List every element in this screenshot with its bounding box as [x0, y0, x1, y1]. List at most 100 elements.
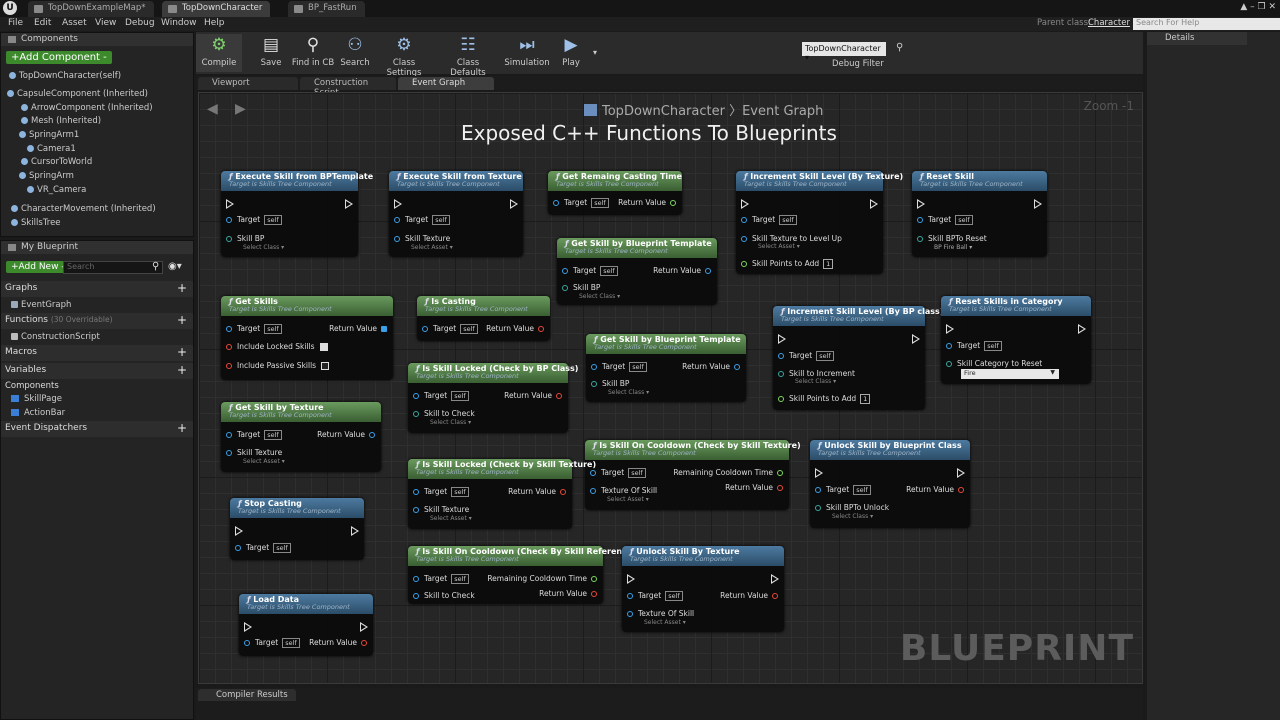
- select-asset-dropdown[interactable]: Select Asset ▾: [644, 619, 686, 626]
- blueprint-search-input[interactable]: Search: [63, 261, 163, 274]
- play-options-icon[interactable]: ▾: [593, 48, 597, 57]
- exec-out-pin[interactable]: [870, 199, 878, 209]
- return-value-pin[interactable]: Return Value: [486, 324, 544, 333]
- exec-in-pin[interactable]: [917, 199, 925, 209]
- add-graph-icon[interactable]: +: [177, 281, 187, 295]
- document-tab-map[interactable]: TopDownExampleMap*: [28, 1, 154, 17]
- target-pin[interactable]: Target self: [394, 215, 450, 225]
- document-tab-topdowncharacter[interactable]: TopDownCharacter: [162, 1, 271, 17]
- component-item[interactable]: CapsuleComponent (Inherited): [7, 89, 148, 99]
- return-value-pin[interactable]: Return Value: [906, 485, 964, 494]
- exec-in-pin[interactable]: [627, 574, 635, 584]
- exec-in-pin[interactable]: [244, 622, 252, 632]
- include-passive-pin[interactable]: Include Passive Skills: [226, 361, 330, 370]
- variable-item[interactable]: SkillPage: [11, 394, 62, 404]
- back-arrow-icon[interactable]: ◀: [207, 101, 218, 117]
- exec-out-pin[interactable]: [957, 468, 965, 478]
- skill-to-check-pin[interactable]: Skill to Check: [413, 409, 475, 418]
- menu-edit[interactable]: Edit: [34, 18, 51, 28]
- component-item[interactable]: Camera1: [27, 144, 76, 154]
- compile-button[interactable]: ⚙ Compile: [196, 34, 242, 72]
- include-locked-pin[interactable]: Include Locked Skills: [226, 342, 328, 351]
- add-dispatcher-icon[interactable]: +: [177, 421, 187, 435]
- node-is-casting[interactable]: Is CastingTarget is Skills Tree Componen…: [417, 296, 550, 341]
- select-class-dropdown[interactable]: Select Class ▾: [608, 389, 649, 396]
- select-class-dropdown[interactable]: Select Class ▾: [430, 419, 471, 426]
- component-item[interactable]: VR_Camera: [27, 185, 86, 195]
- skill-texture-pin[interactable]: Skill Texture to Level Up: [741, 234, 842, 243]
- node-unlock-skill-texture[interactable]: Unlock Skill By TextureTarget is Skills …: [622, 546, 784, 632]
- exec-out-pin[interactable]: [912, 334, 920, 344]
- eye-icon[interactable]: ◉▾: [168, 261, 182, 272]
- exec-out-pin[interactable]: [510, 199, 518, 209]
- variables-section[interactable]: Variables +: [1, 363, 193, 379]
- return-value-pin[interactable]: Return Value: [329, 324, 387, 333]
- node-increment-skill-bp[interactable]: Increment Skill Level (By BP class)Targe…: [773, 306, 943, 410]
- skill-bp-to-unlock-pin[interactable]: Skill BPTo Unlock: [815, 503, 889, 512]
- class-defaults-button[interactable]: ☷ Class Defaults: [440, 34, 496, 78]
- node-increment-skill-texture[interactable]: Increment Skill Level (By Texture)Target…: [736, 171, 903, 274]
- skill-to-check-pin[interactable]: Skill to Check: [413, 591, 475, 600]
- add-function-icon[interactable]: +: [177, 313, 187, 327]
- menu-debug[interactable]: Debug: [125, 18, 155, 28]
- target-pin[interactable]: Target self: [553, 198, 609, 208]
- menu-window[interactable]: Window: [161, 18, 197, 28]
- simulation-button[interactable]: ⏭ Simulation: [504, 34, 550, 72]
- search-help-input[interactable]: Search For Help: [1133, 18, 1280, 30]
- target-pin[interactable]: Target self: [226, 430, 282, 440]
- class-settings-button[interactable]: ⚙ Class Settings: [376, 34, 432, 78]
- node-get-skill-by-bp-template[interactable]: Get Skill by Blueprint TemplateTarget is…: [557, 238, 717, 305]
- exec-out-pin[interactable]: [1078, 324, 1086, 334]
- exec-out-pin[interactable]: [360, 622, 368, 632]
- node-reset-skills-category[interactable]: Reset Skills in CategoryTarget is Skills…: [941, 296, 1091, 384]
- target-pin[interactable]: Target self: [235, 543, 291, 553]
- target-pin[interactable]: Target self: [226, 324, 282, 334]
- node-unlock-skill-bp[interactable]: Unlock Skill by Blueprint ClassTarget is…: [810, 440, 970, 528]
- target-pin[interactable]: Target self: [741, 215, 797, 225]
- menu-view[interactable]: View: [95, 18, 116, 28]
- remaining-cooldown-pin[interactable]: Remaining Cooldown Time: [487, 574, 597, 583]
- skill-points-pin[interactable]: Skill Points to Add 1: [778, 394, 871, 404]
- target-pin[interactable]: Target self: [591, 362, 647, 372]
- select-class-dropdown[interactable]: Select Class ▾: [832, 513, 873, 520]
- select-class-dropdown[interactable]: Select Class ▾: [795, 378, 836, 385]
- menu-help[interactable]: Help: [204, 18, 225, 28]
- parent-class-link[interactable]: Character: [1088, 18, 1130, 28]
- exec-out-pin[interactable]: [1034, 199, 1042, 209]
- component-item[interactable]: SpringArm: [19, 171, 74, 181]
- select-asset-dropdown[interactable]: Select Asset ▾: [607, 496, 649, 503]
- return-value-pin[interactable]: Return Value: [504, 391, 562, 400]
- target-pin[interactable]: Target self: [422, 324, 478, 334]
- skill-bp-pin[interactable]: Skill BP: [226, 234, 264, 243]
- component-item[interactable]: TopDownCharacter(self): [9, 71, 121, 81]
- return-value-pin[interactable]: Return Value: [720, 591, 778, 600]
- component-item[interactable]: CursorToWorld: [21, 157, 92, 167]
- find-in-cb-button[interactable]: ⚲ Find in CB: [290, 34, 336, 72]
- target-pin[interactable]: Target self: [244, 638, 300, 648]
- return-value-pin[interactable]: Return Value: [653, 266, 711, 275]
- select-class-dropdown[interactable]: Select Class ▾: [579, 293, 620, 300]
- skill-bp-pin[interactable]: Skill BP: [562, 283, 600, 292]
- skill-bp-pin[interactable]: Skill BP: [591, 379, 629, 388]
- node-is-skill-cooldown-reference[interactable]: Is Skill On Cooldown (Check By Skill Ref…: [408, 546, 636, 604]
- add-variable-icon[interactable]: +: [177, 363, 187, 377]
- skill-bp-pin[interactable]: Skill BPTo Reset: [917, 234, 987, 243]
- forward-arrow-icon[interactable]: ▶: [235, 101, 246, 117]
- target-pin[interactable]: Target self: [815, 485, 871, 495]
- target-pin[interactable]: Target self: [917, 215, 973, 225]
- exec-in-pin[interactable]: [778, 334, 786, 344]
- functions-section[interactable]: Functions (30 Overridable) +: [1, 313, 193, 329]
- exec-in-pin[interactable]: [946, 324, 954, 334]
- target-pin[interactable]: Target self: [226, 215, 282, 225]
- select-asset-dropdown[interactable]: Select Asset ▾: [243, 458, 285, 465]
- select-asset-dropdown[interactable]: Select Asset ▾: [411, 244, 453, 251]
- tab-compiler-results[interactable]: Compiler Results: [198, 689, 296, 701]
- include-passive-checkbox[interactable]: [321, 362, 330, 370]
- event-dispatchers-section[interactable]: Event Dispatchers +: [1, 421, 193, 437]
- component-item[interactable]: SkillsTree: [11, 218, 61, 228]
- return-value-pin[interactable]: Return Value: [725, 483, 783, 492]
- skill-points-pin[interactable]: Skill Points to Add 1: [741, 259, 834, 269]
- save-button[interactable]: ▤ Save: [248, 34, 294, 72]
- target-pin[interactable]: Target self: [562, 266, 618, 276]
- add-new-button[interactable]: +Add New -: [6, 261, 70, 273]
